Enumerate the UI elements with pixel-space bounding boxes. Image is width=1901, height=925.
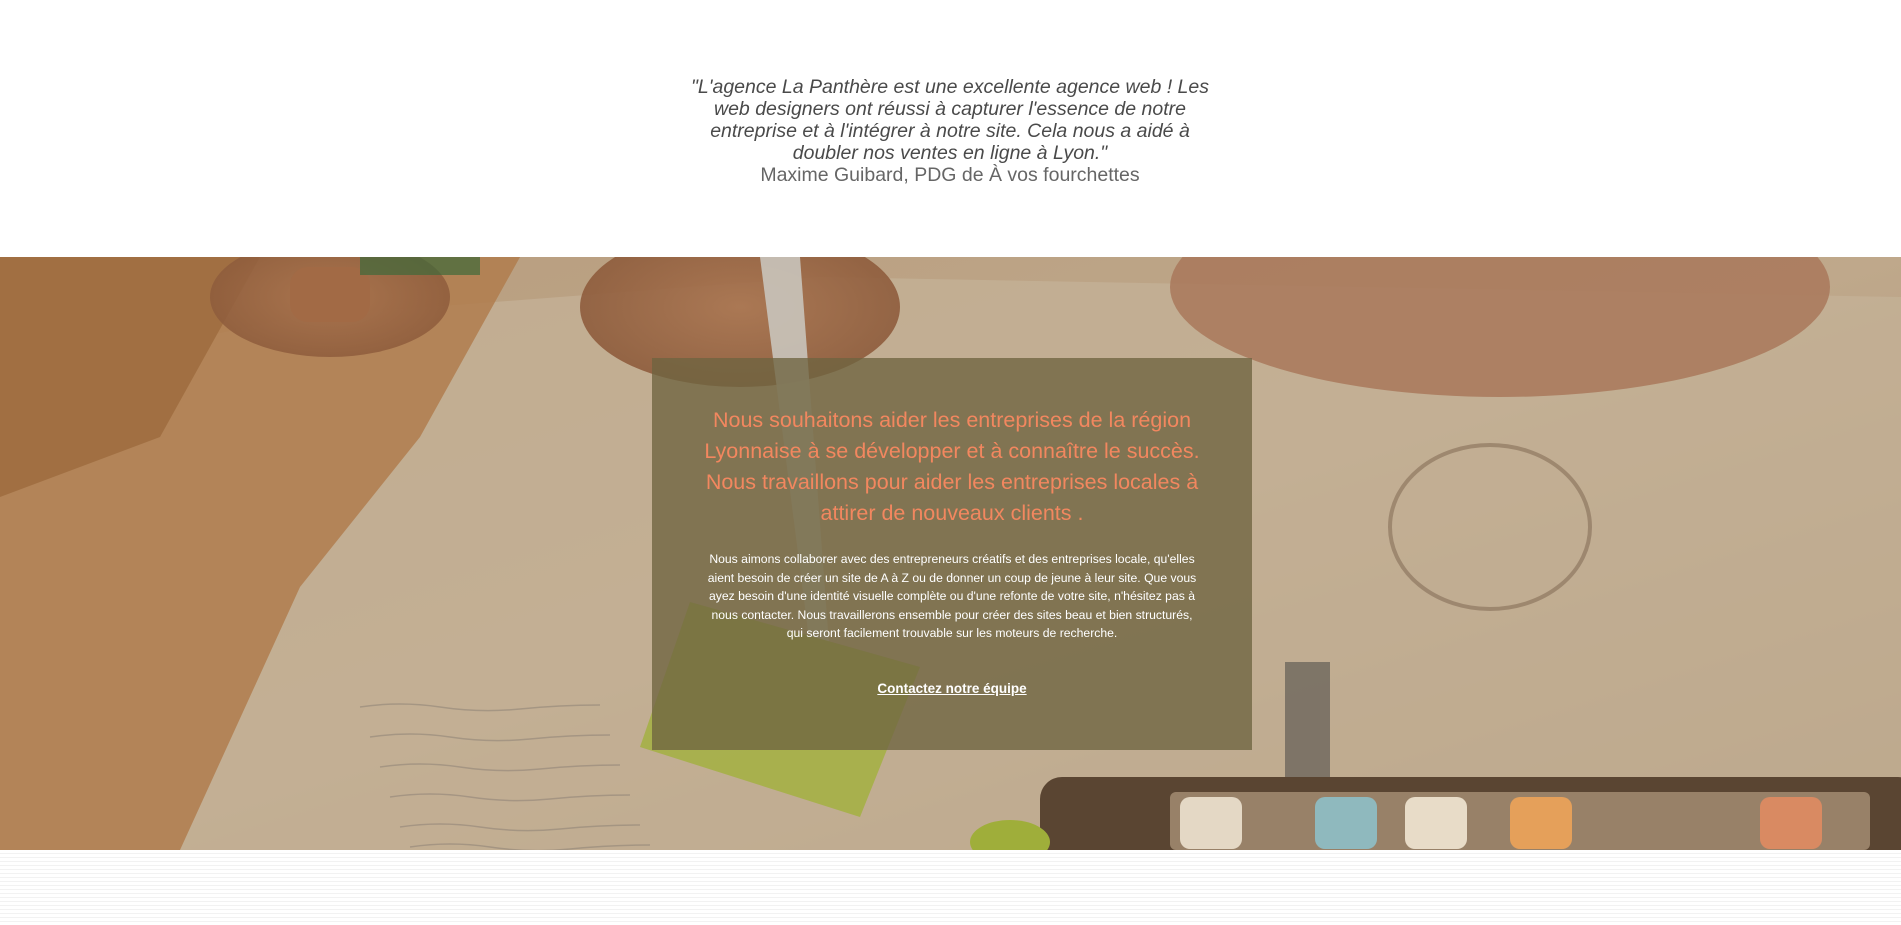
bottom-section [0, 850, 1901, 925]
intro-headline: Nous souhaitons aider les entreprises de… [704, 408, 1200, 525]
intro-body-text: Nous aimons collaborer avec des entrepre… [707, 552, 1197, 640]
intro-overlay-panel: Nous souhaitons aider les entreprises de… [652, 358, 1252, 750]
hero-section: Nous souhaitons aider les entreprises de… [0, 257, 1901, 850]
contact-team-link[interactable]: Contactez notre équipe [652, 681, 1252, 696]
testimonial-quote: "L'agence La Panthère est une excellente… [690, 76, 1210, 164]
page: "L'agence La Panthère est une excellente… [0, 0, 1901, 925]
testimonial-section: "L'agence La Panthère est une excellente… [0, 0, 1901, 257]
testimonial-author: Maxime Guibard, PDG de À vos fourchettes [760, 164, 1140, 186]
